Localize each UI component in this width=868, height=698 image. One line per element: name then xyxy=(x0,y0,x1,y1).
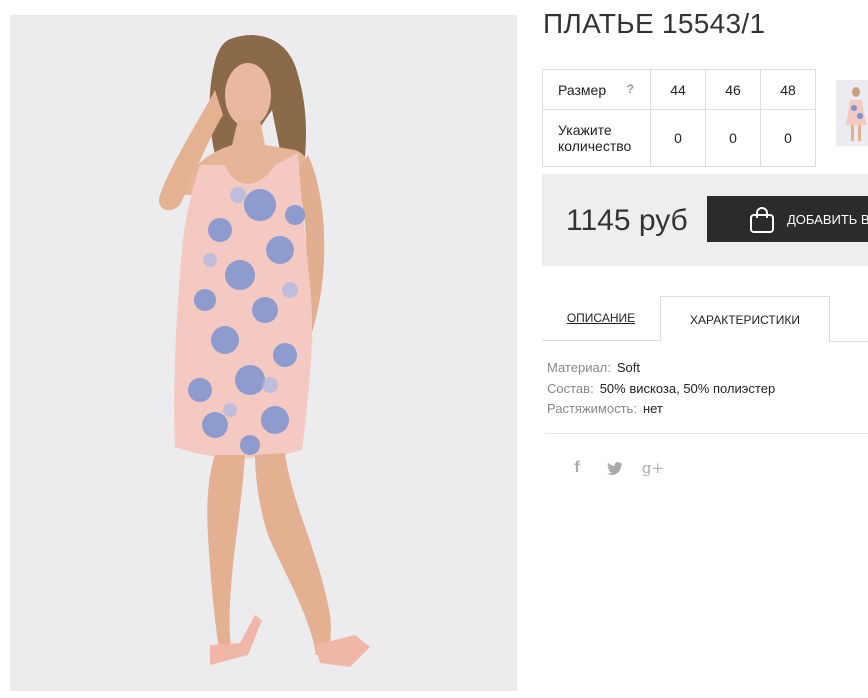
size-label-cell: Размер ? xyxy=(542,69,651,110)
tab-divider xyxy=(830,341,868,342)
quantity-input-48[interactable]: 0 xyxy=(760,109,816,167)
size-48: 48 xyxy=(760,69,816,110)
size-label: Размер xyxy=(558,81,607,98)
size-46: 46 xyxy=(705,69,761,110)
spec-key: Растяжимость: xyxy=(547,401,637,416)
divider xyxy=(545,433,868,434)
price-box: 1145 руб ДОБАВИТЬ В xyxy=(542,174,868,266)
spec-value: 50% вискоза, 50% полиэстер xyxy=(599,380,776,396)
shopping-bag-icon xyxy=(750,207,774,233)
quantity-label: Укажите количество xyxy=(558,122,632,154)
spec-composition: Состав: 50% вискоза, 50% полиэстер xyxy=(547,379,775,400)
google-plus-icon[interactable]: g+ xyxy=(634,456,672,480)
spec-key: Состав: xyxy=(547,380,594,396)
add-to-cart-button[interactable]: ДОБАВИТЬ В xyxy=(707,196,868,242)
spec-value: Soft xyxy=(616,360,641,375)
quantity-input-44[interactable]: 0 xyxy=(650,109,706,167)
size-help-icon[interactable]: ? xyxy=(627,82,634,96)
quantity-input-46[interactable]: 0 xyxy=(705,109,761,167)
product-title: ПЛАТЬЕ 15543/1 xyxy=(543,8,766,39)
product-tabs: ОПИСАНИЕ ХАРАКТЕРИСТИКИ xyxy=(542,296,868,342)
product-photo[interactable] xyxy=(10,15,517,691)
add-to-cart-label: ДОБАВИТЬ В xyxy=(787,211,868,227)
size-44: 44 xyxy=(650,69,706,110)
quantity-label-cell: Укажите количество xyxy=(542,109,651,167)
size-row: Размер ? 44 46 48 xyxy=(542,69,816,110)
twitter-icon[interactable] xyxy=(596,456,634,480)
size-table: Размер ? 44 46 48 Укажите количество 0 0… xyxy=(542,69,816,167)
spec-stretch: Растяжимость: нет xyxy=(547,399,775,420)
quantity-row: Укажите количество 0 0 0 xyxy=(542,109,816,167)
spec-value: нет xyxy=(642,401,663,416)
thumbnail-image[interactable] xyxy=(836,80,868,146)
spec-key: Материал: xyxy=(547,360,611,375)
spec-material: Материал: Soft xyxy=(547,358,775,379)
facebook-icon[interactable]: f xyxy=(558,456,596,480)
tab-description[interactable]: ОПИСАНИЕ xyxy=(542,296,660,341)
tab-characteristics[interactable]: ХАРАКТЕРИСТИКИ xyxy=(660,296,830,342)
price: 1145 руб xyxy=(566,204,688,237)
spec-list: Материал: Soft Состав: 50% вискоза, 50% по… xyxy=(547,358,775,420)
social-share: f g+ xyxy=(558,456,672,480)
